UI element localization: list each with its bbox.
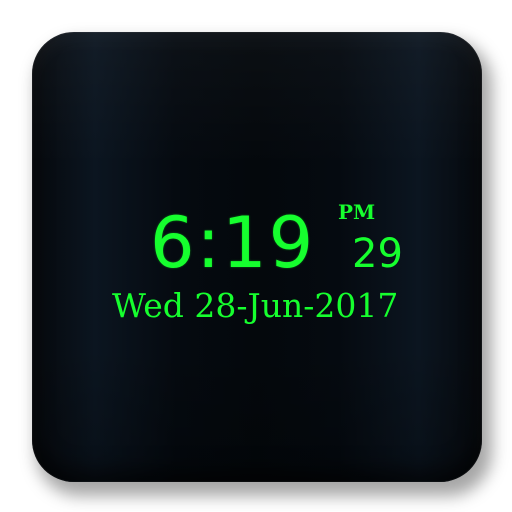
clock-seconds: 29: [352, 231, 403, 277]
digital-clock-app-icon[interactable]: 6:19 PM 29 Wed 28-Jun-2017: [32, 32, 482, 482]
clock-date: Wed 28-Jun-2017: [112, 286, 399, 325]
clock-time: 6:19: [150, 202, 316, 284]
clock-ampm: PM: [338, 200, 376, 224]
